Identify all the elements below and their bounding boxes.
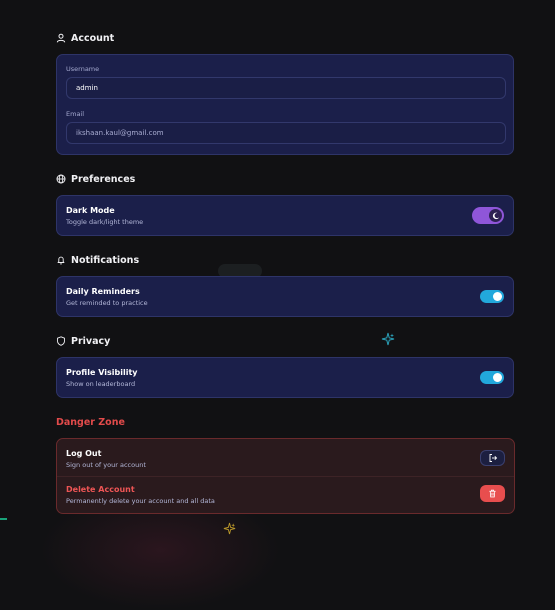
notifications-section-title: Notifications [56, 253, 139, 267]
bell-icon [57, 256, 65, 265]
reminders-title: Daily Reminders [66, 287, 140, 296]
visibility-title: Profile Visibility [66, 368, 138, 377]
moon-icon [492, 212, 499, 219]
email-label: Email [66, 110, 85, 118]
email-field[interactable]: ikshaan.kaul@gmail.com [66, 122, 506, 144]
username-field[interactable]: admin [66, 77, 506, 99]
dark-mode-title: Dark Mode [66, 206, 115, 215]
danger-section-title: Danger Zone [56, 415, 125, 429]
reminders-card: Daily Reminders Get reminded to practice [56, 276, 514, 317]
visibility-card: Profile Visibility Show on leaderboard [56, 357, 514, 398]
delete-account-description: Permanently delete your account and all … [66, 497, 215, 505]
privacy-title: Privacy [71, 335, 111, 347]
toggle-knob [493, 292, 502, 301]
dark-mode-description: Toggle dark/light theme [66, 218, 144, 226]
divider [57, 476, 514, 477]
shield-icon [57, 336, 65, 346]
visibility-description: Show on leaderboard [66, 380, 136, 388]
account-section-title: Account [56, 31, 114, 45]
toggle-knob [489, 209, 502, 222]
daily-reminders-toggle[interactable] [480, 290, 504, 303]
preferences-title: Preferences [71, 173, 136, 185]
logout-title: Log Out [66, 449, 102, 458]
dark-mode-toggle[interactable] [472, 207, 504, 224]
username-label: Username [66, 65, 100, 73]
sparkle-icon [381, 332, 395, 346]
logout-icon [489, 454, 497, 462]
user-icon [56, 33, 66, 43]
danger-zone-card: Log Out Sign out of your account Delete … [56, 438, 515, 514]
toggle-knob [493, 373, 502, 382]
preferences-section-title: Preferences [56, 172, 135, 186]
notifications-title: Notifications [71, 254, 140, 266]
logout-description: Sign out of your account [66, 461, 146, 469]
delete-account-title: Delete Account [66, 485, 135, 494]
sparkle-icon [223, 522, 236, 535]
trash-icon [489, 489, 496, 498]
profile-visibility-toggle[interactable] [480, 371, 504, 384]
account-card: Username admin Email ikshaan.kaul@gmail.… [56, 54, 514, 155]
reminders-description: Get reminded to practice [66, 299, 148, 307]
delete-account-button[interactable] [480, 485, 505, 502]
privacy-section-title: Privacy [56, 334, 110, 348]
decorative-dash [0, 518, 7, 520]
dark-mode-card: Dark Mode Toggle dark/light theme [56, 195, 514, 236]
danger-zone-title: Danger Zone [56, 416, 125, 428]
globe-icon [56, 174, 66, 184]
account-title: Account [71, 32, 115, 44]
logout-button[interactable] [480, 450, 505, 466]
